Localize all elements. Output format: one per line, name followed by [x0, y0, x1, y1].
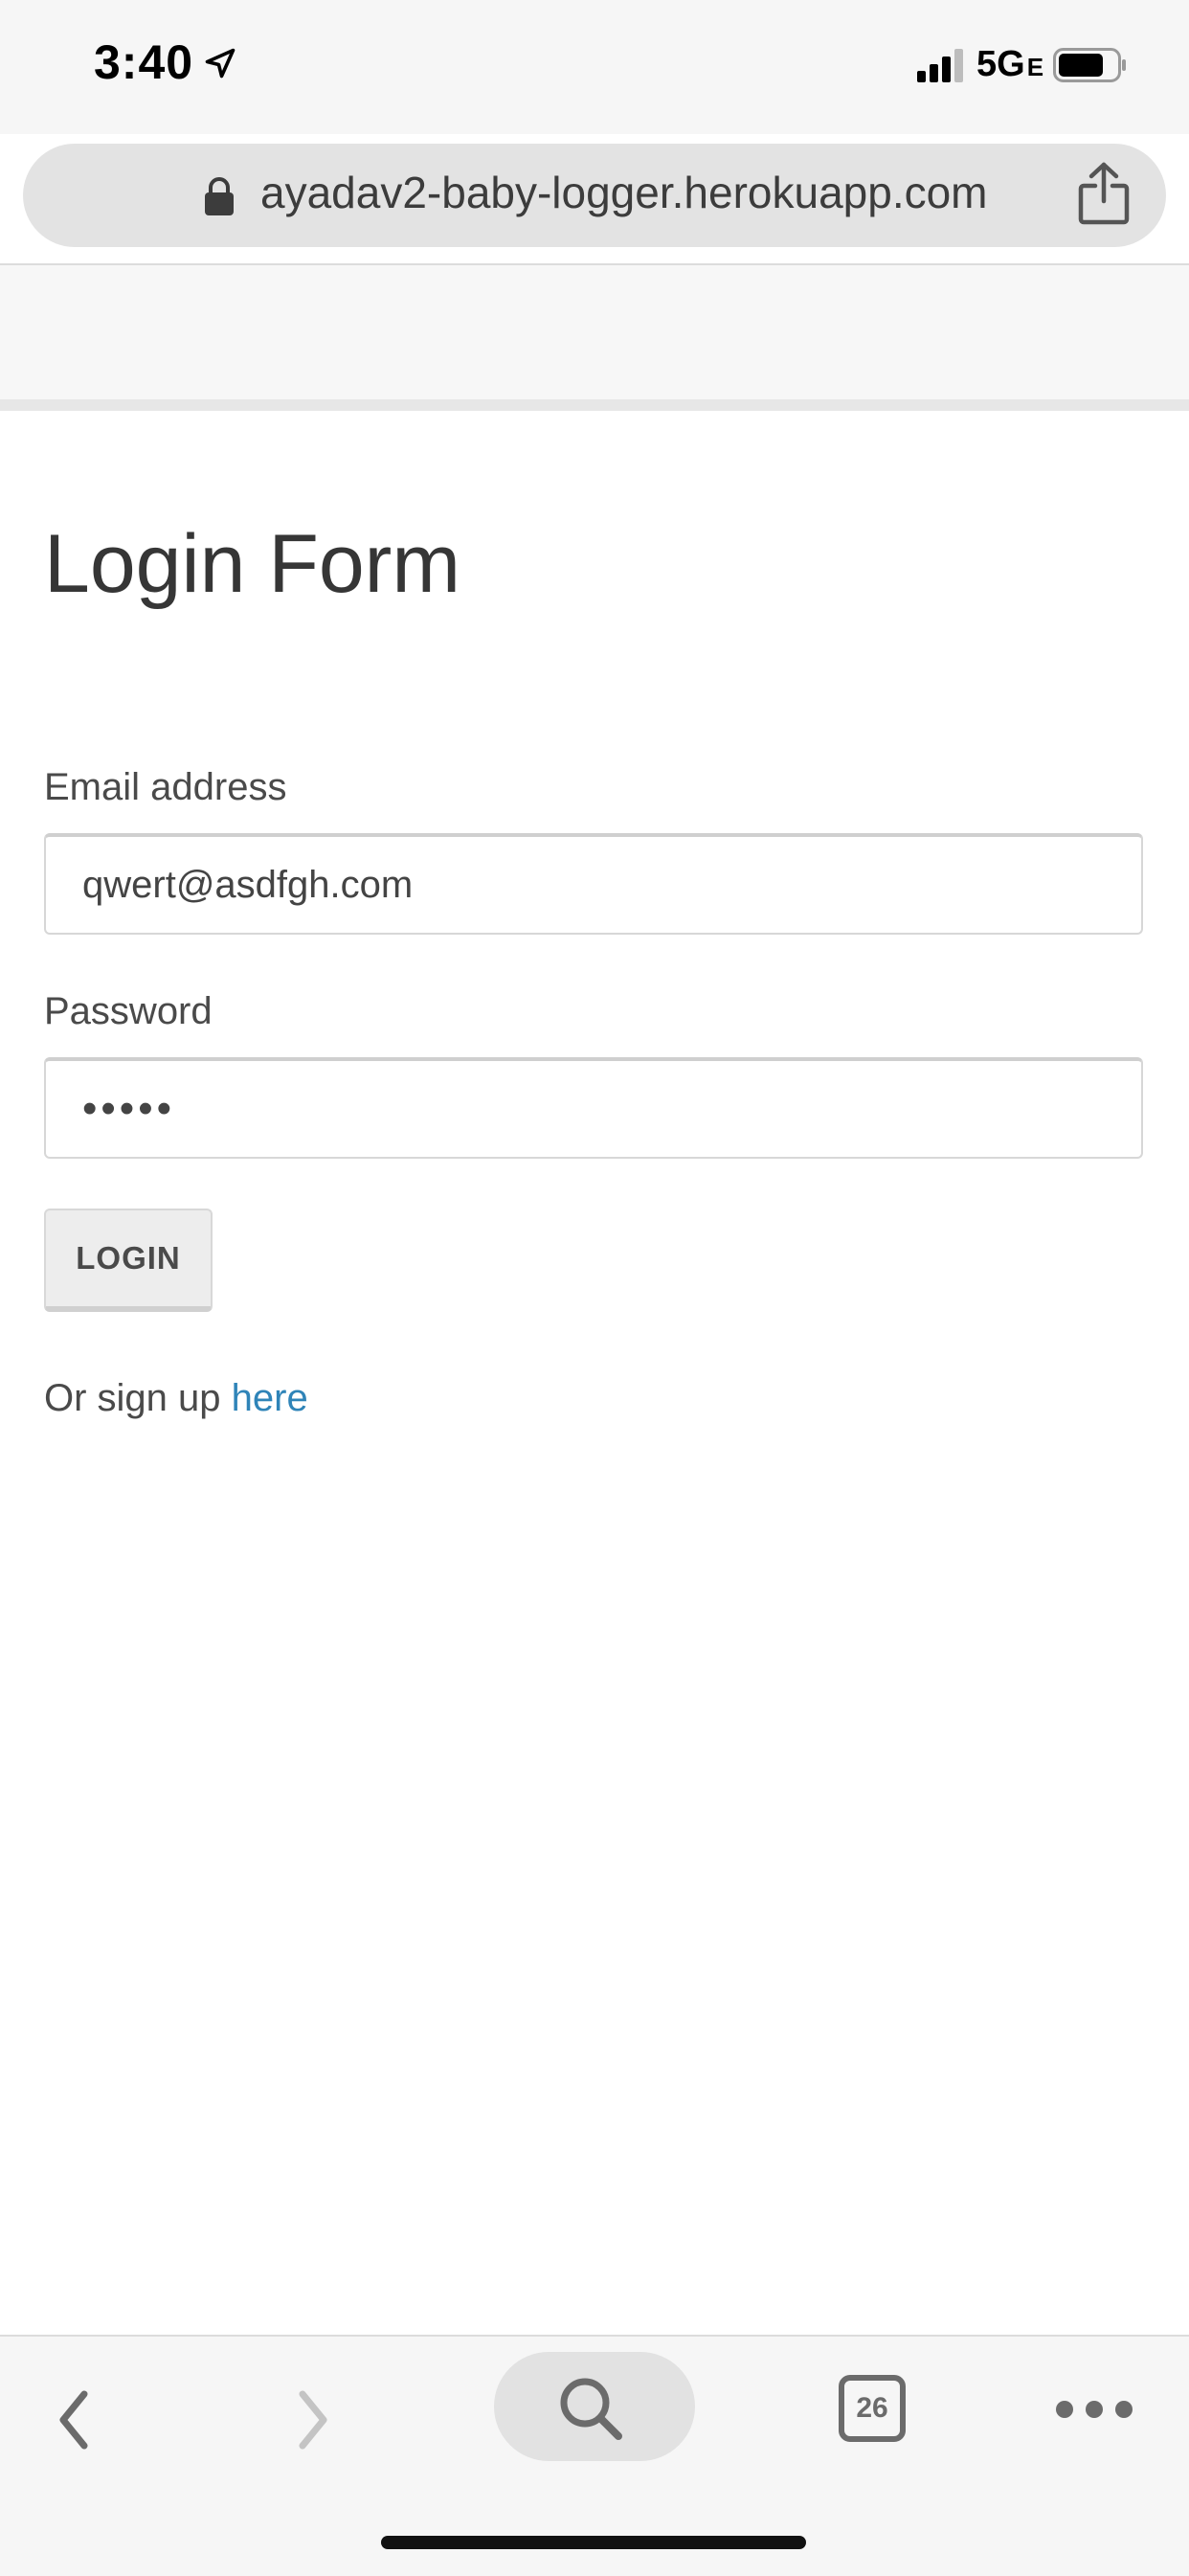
page-title: Login Form [44, 518, 460, 610]
home-indicator[interactable] [381, 2536, 806, 2549]
site-navbar [0, 263, 1189, 411]
email-field[interactable] [44, 833, 1143, 935]
network-subtype: E [1026, 53, 1044, 81]
lock-icon [205, 177, 234, 215]
chevron-right-icon[interactable] [283, 2377, 341, 2463]
password-label: Password [44, 990, 213, 1032]
url-text[interactable]: ayadav2-baby-logger.herokuapp.com [260, 167, 988, 218]
network-type: 5G [976, 44, 1025, 84]
signup-link[interactable]: here [232, 1377, 308, 1419]
tabs-icon[interactable]: 26 [839, 2375, 906, 2442]
signup-prefix: Or sign up [44, 1377, 232, 1419]
email-label: Email address [44, 766, 287, 808]
status-bar: 3:40 5GE [0, 0, 1189, 134]
battery-icon [1053, 48, 1126, 82]
signup-line: Or sign up here [44, 1377, 308, 1420]
url-bar[interactable]: ayadav2-baby-logger.herokuapp.com [23, 144, 1166, 247]
search-icon [560, 2378, 622, 2440]
signal-bars-icon [917, 49, 963, 82]
chevron-left-icon[interactable] [46, 2377, 103, 2463]
search-button[interactable] [494, 2352, 695, 2461]
more-icon[interactable] [1053, 2390, 1135, 2429]
login-button[interactable]: LOGIN [44, 1209, 213, 1312]
location-arrow-icon [205, 48, 236, 79]
status-time: 3:40 [94, 35, 194, 89]
share-icon[interactable] [1076, 161, 1132, 226]
password-field[interactable]: ••••• [44, 1057, 1143, 1159]
network-label: 5GE [976, 44, 1043, 85]
